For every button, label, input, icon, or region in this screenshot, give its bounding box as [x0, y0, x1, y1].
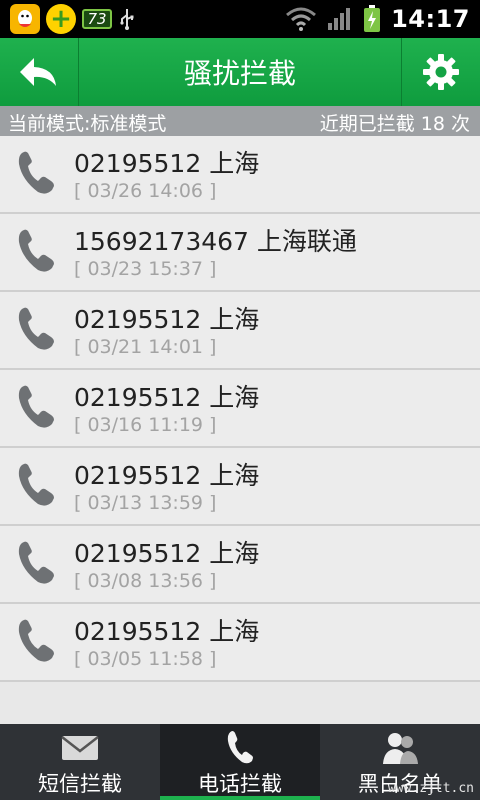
qq-icon: [10, 4, 40, 34]
mode-bar: 当前模式:标准模式 近期已拦截 18 次: [0, 106, 480, 136]
call-timestamp: [ 03/26 14:06 ]: [74, 180, 217, 202]
caller-number: 02195512 上海: [74, 149, 260, 178]
status-left-icons: + 73: [10, 3, 136, 35]
page-title: 骚扰拦截: [183, 57, 296, 90]
blocked-count-text: 近期已拦截 18 次: [319, 113, 470, 135]
app-header: 骚扰拦截: [0, 38, 480, 106]
list-item[interactable]: 02195512 上海 [ 03/26 14:06 ]: [0, 136, 480, 214]
gear-icon: [423, 54, 459, 90]
watermark: www.zjtt.cn: [387, 781, 474, 796]
tab-label: 电话拦截: [198, 772, 282, 796]
caller-number: 15692173467 上海联通: [74, 227, 357, 256]
clock: 14:17: [391, 5, 470, 33]
usb-icon: [120, 9, 134, 30]
envelope-icon: [61, 736, 99, 760]
current-mode-text: 当前模式:标准模式: [8, 113, 167, 135]
security-app-icon: +: [46, 4, 76, 34]
tab-label: 短信拦截: [38, 772, 122, 796]
wifi-icon: [286, 7, 317, 31]
list-item[interactable]: 02195512 上海 [ 03/16 11:19 ]: [0, 370, 480, 448]
status-right-icons: 14:17: [285, 0, 470, 38]
list-item[interactable]: 02195512 上海 [ 03/21 14:01 ]: [0, 292, 480, 370]
call-timestamp: [ 03/23 15:37 ]: [74, 258, 217, 280]
caller-number: 02195512 上海: [74, 383, 260, 412]
phone-icon: [18, 541, 54, 584]
battery-level-icon: 73: [82, 9, 112, 29]
status-bar: + 73 14:17: [0, 0, 480, 38]
blocked-call-list: 02195512 上海 [ 03/26 14:06 ] 15692173467 …: [0, 136, 480, 682]
phone-icon: [18, 619, 54, 662]
caller-number: 02195512 上海: [74, 305, 260, 334]
list-item[interactable]: 02195512 上海 [ 03/13 13:59 ]: [0, 448, 480, 526]
tab-call-block[interactable]: 电话拦截: [160, 724, 320, 800]
phone-icon: [227, 731, 253, 764]
call-timestamp: [ 03/21 14:01 ]: [74, 336, 217, 358]
bottom-tab-bar: 短信拦截 电话拦截 黑白名单 www.zjtt.cn: [0, 724, 480, 800]
call-timestamp: [ 03/08 13:56 ]: [74, 570, 217, 592]
list-item[interactable]: 02195512 上海 [ 03/05 11:58 ]: [0, 604, 480, 682]
settings-button[interactable]: [401, 38, 480, 106]
phone-icon: [18, 229, 54, 272]
list-item[interactable]: 02195512 上海 [ 03/08 13:56 ]: [0, 526, 480, 604]
caller-number: 02195512 上海: [74, 539, 260, 568]
call-timestamp: [ 03/05 11:58 ]: [74, 648, 217, 670]
phone-icon: [18, 307, 54, 350]
contacts-icon: [383, 733, 418, 764]
signal-icon: [328, 8, 351, 30]
caller-number: 02195512 上海: [74, 461, 260, 490]
phone-icon: [18, 385, 54, 428]
caller-number: 02195512 上海: [74, 617, 260, 646]
call-timestamp: [ 03/16 11:19 ]: [74, 414, 217, 436]
back-arrow-icon: [20, 58, 56, 86]
battery-charging-icon: [364, 5, 381, 32]
back-button[interactable]: [0, 38, 79, 106]
call-timestamp: [ 03/13 13:59 ]: [74, 492, 217, 514]
phone-icon: [18, 151, 54, 194]
active-tab-indicator: [160, 796, 320, 800]
phone-icon: [18, 463, 54, 506]
list-item[interactable]: 15692173467 上海联通 [ 03/23 15:37 ]: [0, 214, 480, 292]
tab-sms-block[interactable]: 短信拦截: [0, 724, 160, 800]
